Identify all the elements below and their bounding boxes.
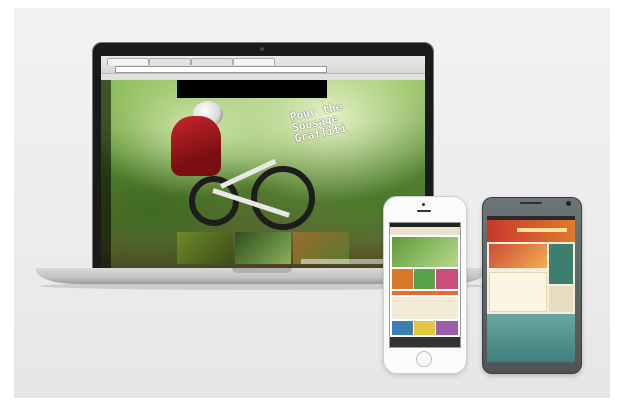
thumbnail[interactable] — [177, 232, 233, 264]
bike-rear-wheel — [251, 166, 315, 230]
browser-tab[interactable] — [107, 58, 149, 65]
laptop-camera — [260, 47, 264, 51]
site-header — [390, 227, 460, 235]
tile[interactable] — [436, 269, 458, 289]
tile[interactable] — [414, 269, 435, 289]
android-speaker — [520, 202, 542, 204]
site-footer — [390, 337, 460, 347]
tile[interactable] — [414, 321, 435, 335]
site-header-bar — [177, 80, 327, 98]
section-header — [392, 291, 458, 295]
header-banner — [517, 228, 567, 232]
banner-image — [392, 237, 458, 267]
browser-tab[interactable] — [149, 58, 191, 65]
laptop-screen: Pour the Sousage Graffiti — [101, 56, 425, 268]
article-card — [489, 272, 547, 312]
browser-tab-active[interactable] — [233, 58, 275, 65]
tile[interactable] — [436, 321, 458, 335]
url-bar[interactable] — [115, 66, 327, 73]
rider-body — [171, 116, 221, 176]
footer-band — [487, 314, 575, 362]
home-button[interactable] — [416, 351, 432, 367]
sidebar-panel — [549, 244, 573, 284]
browser-tab[interactable] — [191, 58, 233, 65]
android-screen — [487, 216, 575, 362]
android-camera — [566, 201, 571, 206]
iphone-camera — [422, 203, 425, 206]
thumbnail[interactable] — [235, 232, 291, 264]
tile[interactable] — [392, 321, 413, 335]
iphone-speaker — [417, 210, 431, 212]
sidebar-panel — [549, 286, 573, 312]
iphone-screen — [389, 222, 461, 348]
content-block — [392, 297, 458, 319]
feature-image — [489, 244, 547, 268]
tile[interactable] — [392, 269, 413, 289]
laptop-notch — [232, 268, 292, 273]
bookmarks-bar — [101, 73, 425, 80]
site-sidebar — [101, 80, 111, 268]
